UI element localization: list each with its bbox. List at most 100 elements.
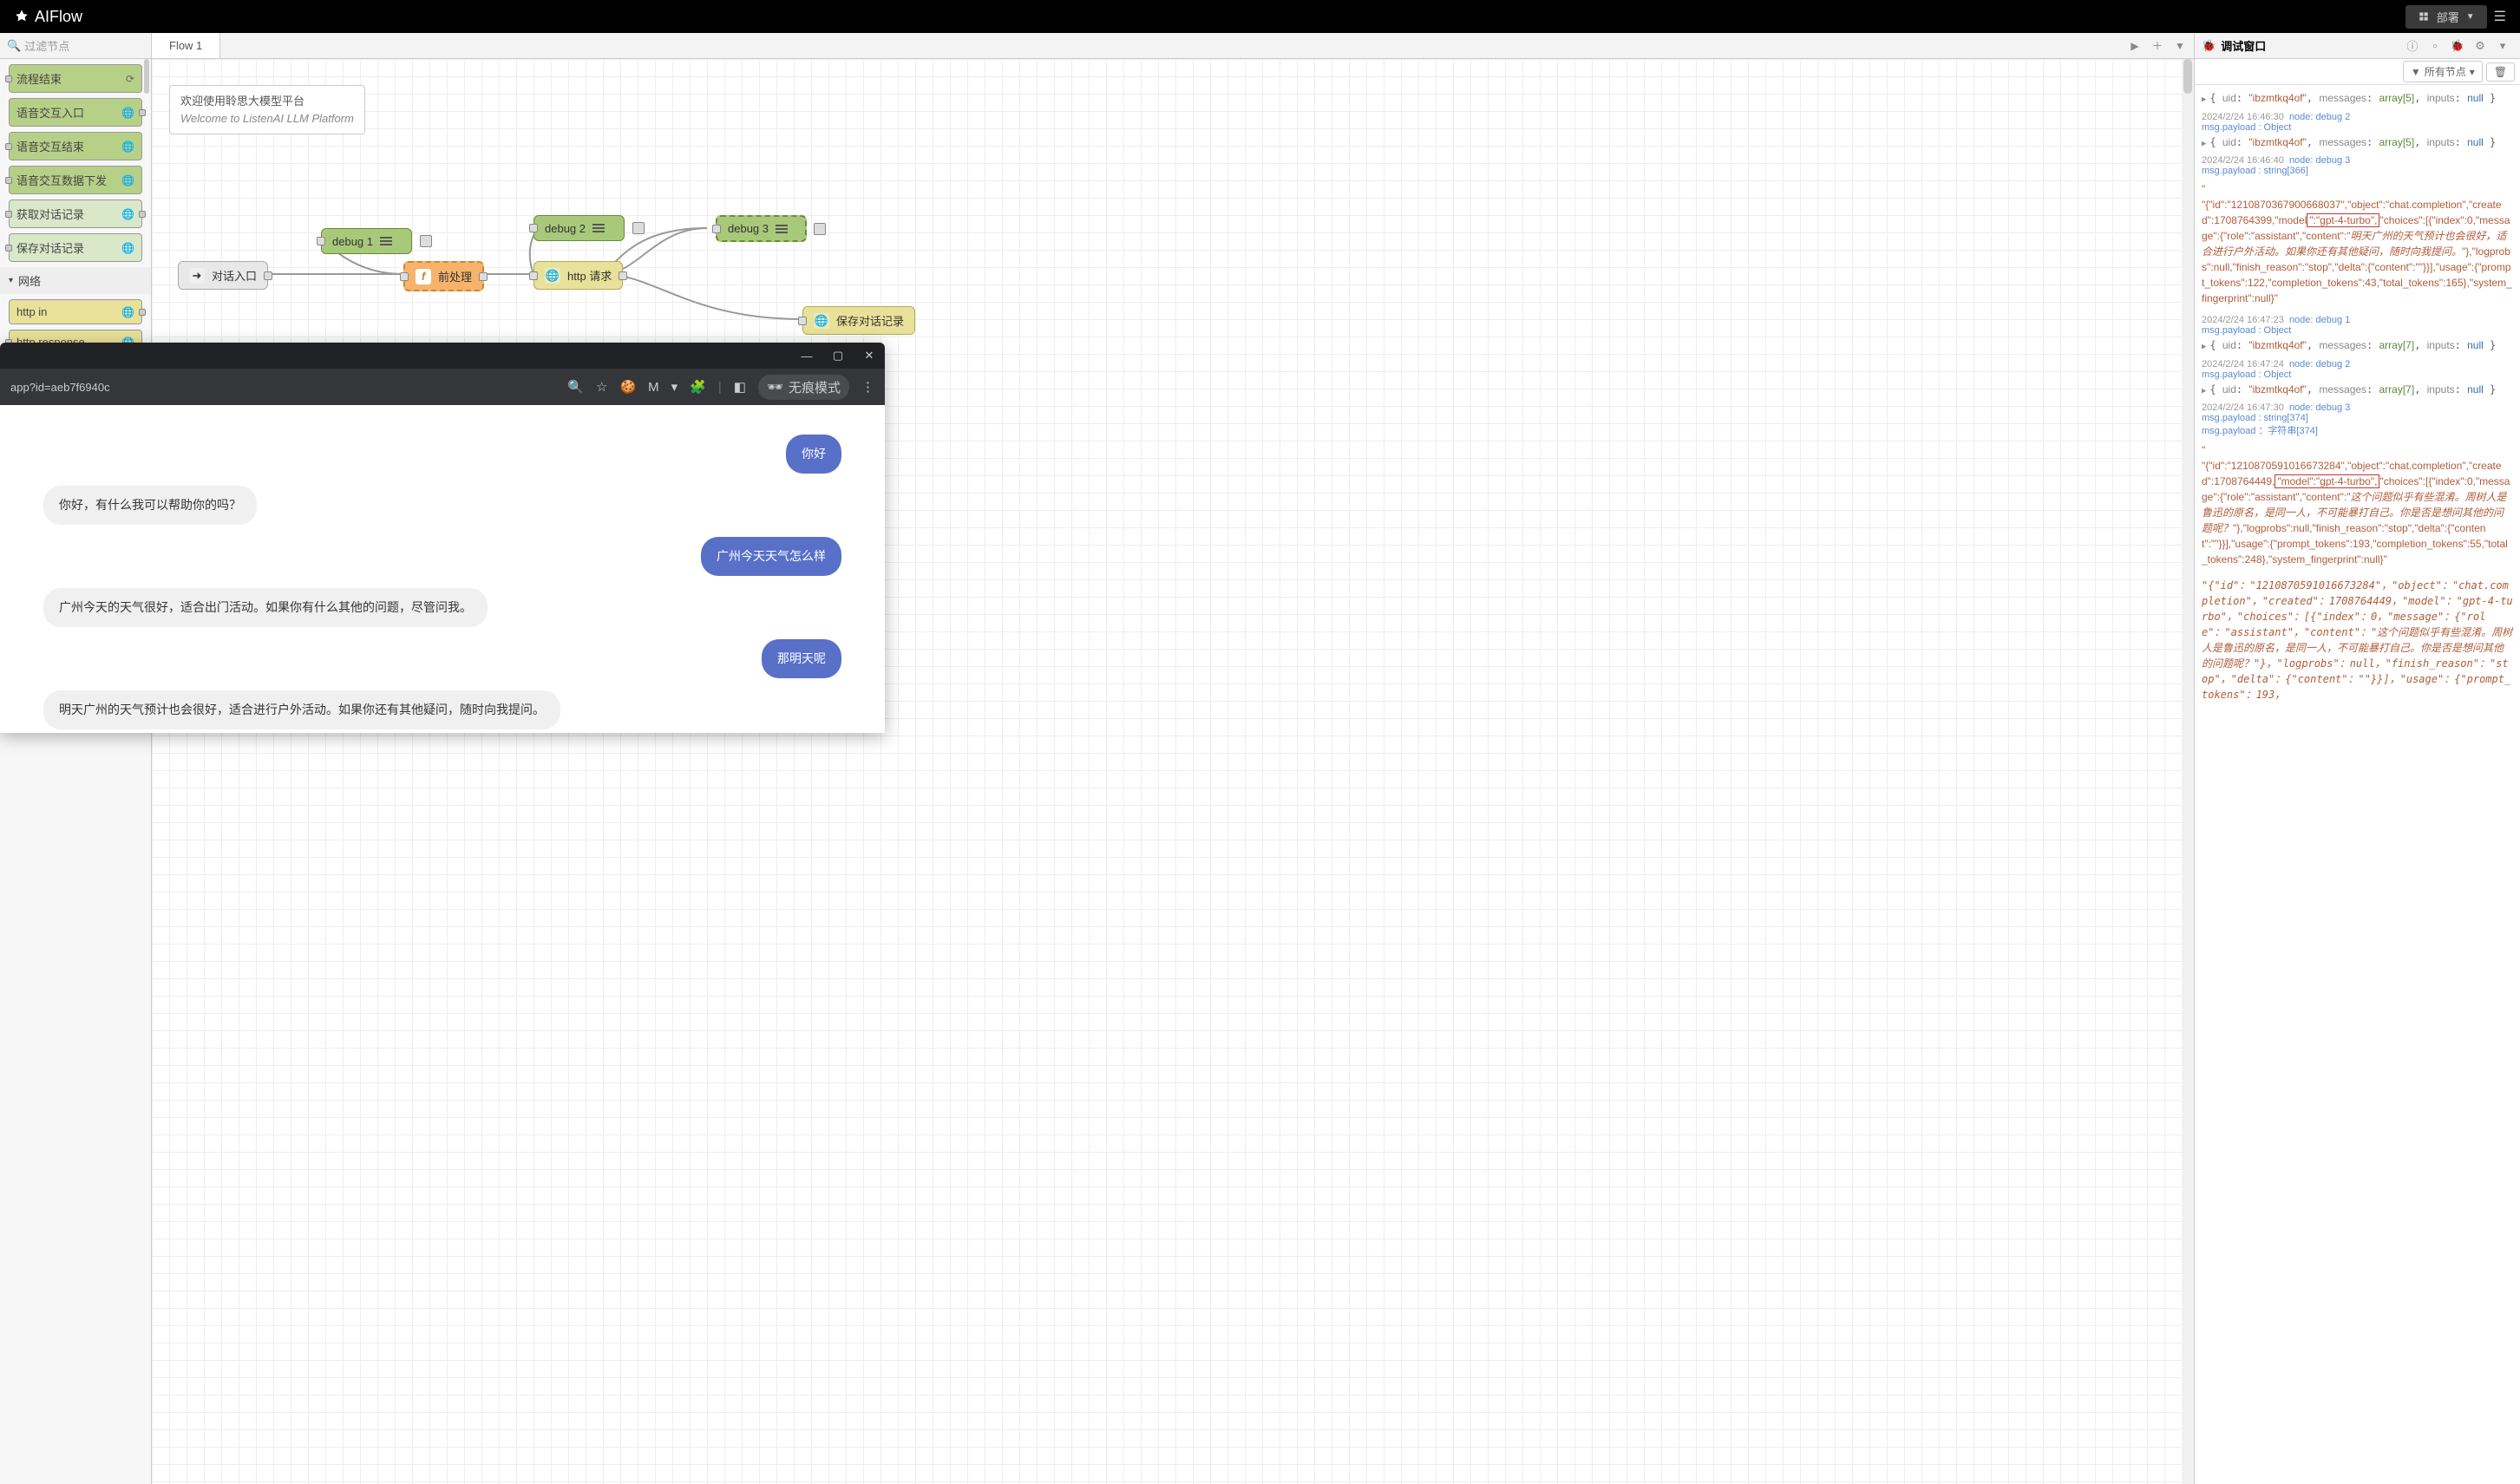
node-label: 前处理 <box>438 268 472 284</box>
palette-node-label: http in <box>16 305 47 318</box>
book-icon[interactable]: ▫ <box>2425 36 2445 56</box>
bars-icon <box>592 222 605 234</box>
extension-icon[interactable]: M <box>648 380 659 395</box>
palette-node-save-conv[interactable]: 保存对话记录🌐 <box>9 233 142 262</box>
debug-entry[interactable]: { uid: "ibzmtkq4of", messages: array[7],… <box>2202 380 2513 400</box>
gear-icon[interactable]: ⚙ <box>2470 36 2491 56</box>
more-icon[interactable]: ⋮ <box>861 379 874 395</box>
palette-filter[interactable]: 🔍 过滤节点 <box>0 33 152 58</box>
palette-node-flow-end[interactable]: 流程结束⟳ <box>9 64 142 93</box>
debug-meta: 2024/2/24 16:47:30 node: debug 3 <box>2202 402 2513 413</box>
palette-category-network[interactable]: 网络 <box>0 267 151 294</box>
globe-icon: 🌐 <box>121 107 134 119</box>
debug-entry[interactable]: { uid: "ibzmtkq4of", messages: array[5],… <box>2202 133 2513 153</box>
chat-bubble: 你好，有什么我可以帮助你的吗？ <box>43 486 257 525</box>
flow-menu-icon[interactable]: ▼ <box>2170 36 2190 56</box>
debug-filter-button[interactable]: ▼ 所有节点 ▾ <box>2403 61 2483 82</box>
palette-node-get-conv[interactable]: 获取对话记录🌐 <box>9 199 142 228</box>
debug-clear-button[interactable]: 🗑 <box>2486 62 2515 82</box>
globe-icon: 🌐 <box>121 208 134 220</box>
globe-icon: 🌐 <box>121 174 134 186</box>
minimize-icon[interactable]: — <box>798 350 815 363</box>
debug-node-link[interactable]: node: debug 2 <box>2289 112 2350 122</box>
debug-node-link[interactable]: node: debug 3 <box>2289 155 2350 166</box>
puzzle-icon[interactable]: 🧩 <box>690 379 706 395</box>
palette-node-label: 流程结束 <box>16 70 62 87</box>
debug-meta: 2024/2/24 16:46:40 node: debug 3 <box>2202 155 2513 166</box>
app-header: AIFlow 部署 ▼ ☰ <box>0 0 2520 33</box>
node-label: debug 2 <box>545 222 586 235</box>
globe-icon: 🌐 <box>814 313 829 329</box>
incognito-badge: 🕶 无痕模式 <box>758 375 849 400</box>
run-icon[interactable]: ▶ <box>2124 36 2145 56</box>
filter-label: 所有节点 <box>2425 64 2466 79</box>
chat-msg-user: 广州今天天气怎么样 <box>43 537 841 576</box>
info-icon[interactable]: ⓘ <box>2402 36 2423 56</box>
flow-canvas[interactable]: 欢迎使用聆思大模型平台 Welcome to ListenAI LLM Plat… <box>152 59 2194 1484</box>
deploy-button[interactable]: 部署 ▼ <box>2405 5 2487 29</box>
browser-url[interactable]: app?id=aeb7f6940c <box>10 381 557 394</box>
main-area: 流程结束⟳ 语音交互入口🌐 语音交互结束🌐 语音交互数据下发🌐 获取对话记录🌐 … <box>0 59 2520 1484</box>
debug-entry[interactable]: { uid: "ibzmtkq4of", messages: array[5],… <box>2202 88 2513 108</box>
palette-node-voice-data[interactable]: 语音交互数据下发🌐 <box>9 166 142 194</box>
debug-panel: ▼ 所有节点 ▾ 🗑 { uid: "ibzmtkq4of", messages: … <box>2194 59 2520 1484</box>
bug-tab-icon[interactable]: 🐞 <box>2447 36 2468 56</box>
node-palette: 流程结束⟳ 语音交互入口🌐 语音交互结束🌐 语音交互数据下发🌐 获取对话记录🌐 … <box>0 59 152 1484</box>
chat-bubble: 明天广州的天气预计也会很好，适合进行户外活动。如果你还有其他疑问，随时向我提问。 <box>43 690 560 729</box>
debug-node-link[interactable]: node: debug 3 <box>2289 402 2350 413</box>
palette-node-voice-in[interactable]: 语音交互入口🌐 <box>9 98 142 127</box>
chat-bubble: 广州今天天气怎么样 <box>701 537 841 576</box>
deploy-label: 部署 <box>2437 9 2459 25</box>
debug-entry[interactable]: { uid: "ibzmtkq4of", messages: array[7],… <box>2202 336 2513 356</box>
menu-button[interactable]: ☰ <box>2494 8 2506 25</box>
node-debug-2[interactable]: debug 2 <box>533 215 625 241</box>
chat-msg-user: 那明天呢 <box>43 639 841 678</box>
chevron-down-icon: ▾ <box>2470 66 2475 78</box>
node-debug-3[interactable]: debug 3 <box>716 215 807 242</box>
debug-meta: 2024/2/24 16:47:23 node: debug 1 <box>2202 315 2513 325</box>
node-save-conv[interactable]: 🌐 保存对话记录 <box>802 306 915 335</box>
chat-bubble: 你好 <box>786 435 841 474</box>
node-debug-1[interactable]: debug 1 <box>321 228 412 254</box>
node-http-request[interactable]: 🌐 http 请求 <box>533 261 623 290</box>
canvas-scrollbar-v[interactable] <box>2182 59 2194 1484</box>
debug-node-link[interactable]: node: debug 1 <box>2289 315 2350 325</box>
canvas-comment: 欢迎使用聆思大模型平台 Welcome to ListenAI LLM Plat… <box>169 85 365 134</box>
trash-icon: 🗑 <box>2494 66 2507 78</box>
node-preprocess[interactable]: f 前处理 <box>403 261 484 291</box>
debug-meta: 2024/2/24 16:47:24 node: debug 2 <box>2202 359 2513 369</box>
close-icon[interactable]: ✕ <box>861 349 878 363</box>
filter-icon: ▼ <box>2411 66 2421 78</box>
add-flow-icon[interactable]: ＋ <box>2147 36 2168 56</box>
chat-msg-bot: 广州今天的天气很好，适合出门活动。如果你有什么其他的问题，尽管问我。 <box>43 588 841 627</box>
debug-node-link[interactable]: node: debug 2 <box>2289 359 2350 369</box>
chat-area[interactable]: 你好 你好，有什么我可以帮助你的吗？ 广州今天天气怎么样 广州今天的天气很好，适… <box>0 405 885 733</box>
node-label: 对话入口 <box>212 267 257 284</box>
bars-icon <box>380 235 392 247</box>
zoom-icon[interactable]: 🔍 <box>567 379 584 395</box>
browser-addressbar: app?id=aeb7f6940c 🔍 ☆ 🍪 M ▾ 🧩 | ◧ 🕶 无痕模式… <box>0 369 885 405</box>
debug-title: 调试窗口 <box>2221 37 2266 54</box>
chat-msg-bot: 明天广州的天气预计也会很好，适合进行户外活动。如果你还有其他疑问，随时向我提问。 <box>43 690 841 729</box>
palette-node-http-in[interactable]: http in🌐 <box>9 299 142 324</box>
star-icon[interactable]: ☆ <box>596 379 607 395</box>
palette-node-voice-end[interactable]: 语音交互结束 🌐 <box>9 132 142 160</box>
extension-icon-2[interactable]: ▾ <box>671 379 678 395</box>
maximize-icon[interactable]: ▢ <box>829 349 847 363</box>
debug-prop: msg.payload : Object <box>2202 325 2513 336</box>
incognito-label: 无痕模式 <box>789 378 841 396</box>
flow-tabs: Flow 1 <box>152 33 2121 58</box>
flow-tab-1[interactable]: Flow 1 <box>152 33 220 58</box>
debug-messages[interactable]: { uid: "ibzmtkq4of", messages: array[5],… <box>2195 85 2520 1484</box>
cookie-icon[interactable]: 🍪 <box>619 379 636 395</box>
globe-icon: 🌐 <box>121 141 134 153</box>
node-dialog-entry[interactable]: ➜ 对话入口 <box>178 261 268 290</box>
debug-toolbar: ▼ 所有节点 ▾ 🗑 <box>2195 59 2520 85</box>
palette-scrollbar[interactable] <box>144 59 149 94</box>
debug-body: " "{"id":"1210870591016673284","object":… <box>2202 441 2513 569</box>
debug-body-cn: "{"id"："1210870591016673284"，"object"："c… <box>2202 576 2513 704</box>
status-indicator <box>632 222 645 234</box>
chevron-down-icon[interactable]: ▾ <box>2492 36 2513 56</box>
panel-icon[interactable]: ◧ <box>734 379 746 395</box>
palette-node-label: 语音交互结束 <box>16 138 84 154</box>
